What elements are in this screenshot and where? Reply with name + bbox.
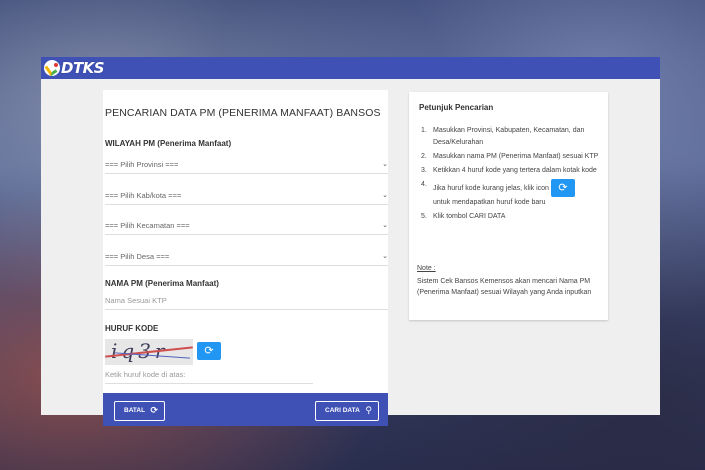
wilayah-label: WILAYAH PM (Penerima Manfaat) [105,139,232,148]
dtks-logo[interactable]: DTKS [44,59,106,77]
instruction-step: 2. Masukkan nama PM (Penerima Manfaat) se… [421,153,599,160]
refresh-icon: ⟳ [150,406,158,416]
desa-select[interactable]: === Pilih Desa === ⌄ [105,244,388,266]
instruction-step: 3. Ketikkan 4 huruf kode yang tertera dal… [421,167,597,174]
cancel-button-label: BATAL [124,407,146,414]
nama-label: NAMA PM (Penerima Manfaat) [105,279,219,288]
provinsi-select[interactable]: === Pilih Provinsi === ⌄ [105,152,388,174]
instructions-card: Petunjuk Pencarian 1. Masukkan Provinsi, … [409,92,608,320]
instruction-step: 4. Jika huruf kode kurang jelas, klik ico… [421,179,601,209]
captcha-image: iq3r [105,339,193,365]
chevron-down-icon: ⌄ [382,192,388,199]
search-icon: ⚲ [365,406,372,416]
refresh-captcha-button[interactable]: ⟳ [197,342,221,360]
refresh-icon: ⟳ [204,344,214,357]
logo-mark-icon [44,60,60,76]
form-action-bar: BATAL ⟳ CARI DATA ⚲ [103,393,388,426]
provinsi-select-value: === Pilih Provinsi === [105,160,179,169]
chevron-down-icon: ⌄ [382,253,388,260]
top-navbar: DTKS [41,57,660,79]
kecamatan-select-value: === Pilih Kecamatan === [105,221,190,230]
kabkota-select[interactable]: === Pilih Kab/kota === ⌄ [105,183,388,205]
instruction-step: 5. Klik tombol CARI DATA [421,213,506,220]
note-label: Note : [417,265,436,272]
refresh-icon: ⟳ [550,179,575,197]
kode-label: HURUF KODE [105,324,159,333]
instructions-title: Petunjuk Pencarian [419,103,494,112]
nama-input[interactable] [105,292,388,310]
kecamatan-select[interactable]: === Pilih Kecamatan === ⌄ [105,213,388,235]
chevron-down-icon: ⌄ [382,222,388,229]
instructions-list: 1. Masukkan Provinsi, Kabupaten, Kecamata… [421,125,601,225]
kabkota-select-value: === Pilih Kab/kota === [105,191,182,200]
note-text: Sistem Cek Bansos Kemensos akan mencari … [417,278,592,296]
kode-input[interactable] [105,366,313,384]
main-content: PENCARIAN DATA PM (PENERIMA MANFAAT) BAN… [41,79,660,426]
instruction-step: 1. Masukkan Provinsi, Kabupaten, Kecamata… [421,127,585,146]
desa-select-value: === Pilih Desa === [105,252,170,261]
search-button[interactable]: CARI DATA ⚲ [315,401,379,421]
cancel-button[interactable]: BATAL ⟳ [114,401,165,421]
search-form-card: PENCARIAN DATA PM (PENERIMA MANFAAT) BAN… [103,90,388,426]
form-title: PENCARIAN DATA PM (PENERIMA MANFAAT) BAN… [105,107,381,119]
chevron-down-icon: ⌄ [382,161,388,168]
logo-text: DTKS [61,59,105,77]
search-button-label: CARI DATA [325,407,360,414]
